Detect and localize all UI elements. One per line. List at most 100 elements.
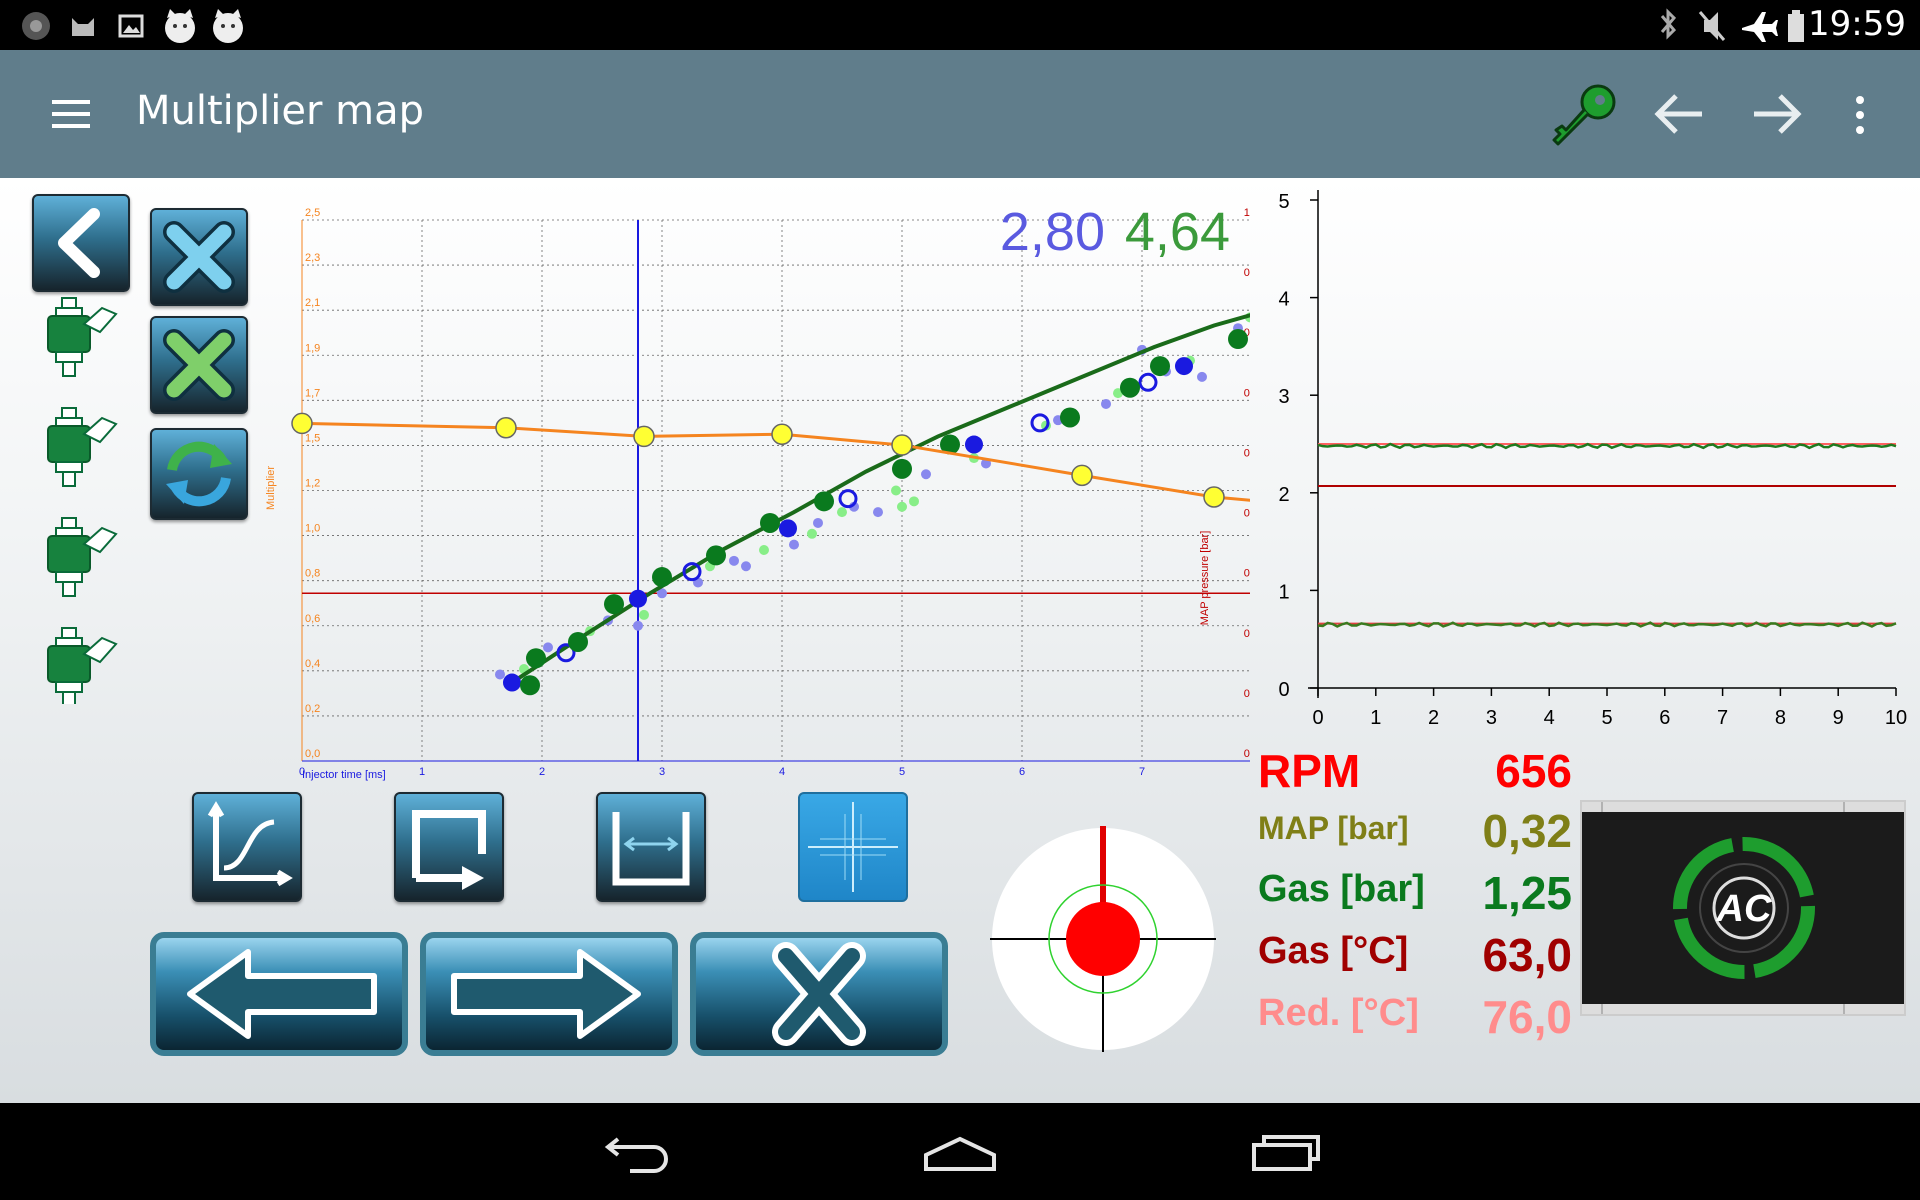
x-tick-label: 10 — [1885, 707, 1907, 729]
cat-face-icon — [213, 13, 243, 43]
y-left-tick-label: 0,6 — [305, 613, 320, 625]
y-left-axis-label: Multiplier — [265, 466, 277, 510]
x-tick-label: 6 — [1659, 707, 1670, 729]
x-axis-label: Injector time [ms] — [302, 769, 386, 781]
recents-icon[interactable] — [1250, 1131, 1322, 1173]
scatter-point — [639, 609, 649, 620]
y-tick-label: 5 — [1278, 191, 1289, 213]
refresh-button[interactable] — [150, 428, 248, 520]
multiplier-chart[interactable]: 012345678 0,00,20,40,60,81,01,21,51,71,9… — [250, 178, 1250, 798]
multiplier-point — [771, 423, 793, 445]
multiplier-point — [291, 412, 313, 435]
scatter-point — [495, 669, 505, 680]
target-indicator — [990, 826, 1216, 1052]
x-tick-label: 4 — [779, 766, 785, 778]
menu-icon[interactable] — [52, 98, 92, 130]
crosshair-tool-button[interactable] — [798, 792, 908, 902]
scatter-point — [1197, 371, 1207, 382]
cat-icon — [72, 18, 94, 36]
cancel-blue-button[interactable] — [150, 208, 248, 306]
x-tick-label: 5 — [1601, 707, 1612, 729]
x-tick-label: 9 — [1833, 707, 1844, 729]
arrow-right-icon[interactable] — [1748, 90, 1804, 138]
status-bar: 19:59 — [0, 0, 1920, 50]
arrow-left-icon[interactable] — [1652, 90, 1708, 138]
gas-pressure-value: 1,25 — [1482, 867, 1572, 919]
key-icon[interactable] — [1550, 80, 1618, 152]
x-tick-label: 8 — [1775, 707, 1786, 729]
x-tick-label: 2 — [539, 766, 545, 778]
y-tick-label: 0 — [1278, 679, 1289, 701]
y-left-tick-label: 0,4 — [305, 658, 320, 670]
nav-bar — [0, 1103, 1920, 1200]
rpm-label: RPM — [1258, 745, 1361, 797]
data-point — [1150, 356, 1170, 377]
rect-arrow-icon — [412, 810, 486, 890]
back-button[interactable] — [32, 194, 130, 292]
scatter-point — [891, 485, 901, 496]
bluetooth-icon — [1660, 8, 1677, 40]
injector-icon — [47, 407, 117, 487]
data-point — [652, 567, 672, 588]
injector-icon — [47, 627, 117, 704]
scatter-point — [813, 517, 823, 528]
data-point — [1120, 377, 1140, 398]
y-tick-label: 4 — [1278, 289, 1289, 311]
data-point — [526, 648, 546, 669]
y-left-tick-label: 1,0 — [305, 523, 320, 535]
x-tick-label: 3 — [1486, 707, 1497, 729]
readout-injector-time: 2,80 — [1000, 202, 1105, 262]
status-clock: 19:59 — [1808, 4, 1906, 44]
width-tool-button[interactable] — [596, 792, 706, 902]
data-point — [520, 675, 540, 696]
battery-icon — [1788, 14, 1804, 42]
x-tick-label: 7 — [1139, 766, 1145, 778]
scatter-point — [807, 528, 817, 539]
y-left-tick-label: 2,3 — [305, 252, 320, 264]
y-left-tick-label: 1,2 — [305, 478, 320, 490]
system-icons — [1660, 8, 1804, 42]
logo-panel: AC — [1580, 800, 1906, 1016]
y-right-axis-label: MAP pressure [bar] — [1199, 531, 1211, 626]
rect-tool-button[interactable] — [394, 792, 504, 902]
data-point — [604, 594, 624, 615]
chart-grid — [301, 219, 1250, 762]
rpm-value: 656 — [1495, 745, 1572, 797]
reducer-temp-value: 76,0 — [1482, 991, 1572, 1043]
x-tick-label: 1 — [1370, 707, 1381, 729]
chart-data-layer — [291, 220, 1250, 761]
realtime-chart: 0 1 2 3 4 5 0 1 2 3 4 5 6 7 8 9 10 — [1278, 190, 1907, 729]
scatter-point — [1101, 398, 1111, 409]
x-tick-label: 2 — [1428, 707, 1439, 729]
realtime-chart-lines — [1317, 442, 1897, 628]
cat-face-icon — [165, 13, 195, 43]
y-left-tick-label: 1,9 — [305, 342, 320, 354]
back-icon[interactable] — [600, 1133, 670, 1173]
cancel-green-button[interactable] — [150, 316, 248, 414]
map-value: 0,32 — [1482, 805, 1572, 857]
data-point — [965, 435, 983, 454]
curve-tool-button[interactable] — [192, 792, 302, 902]
curve-icon — [207, 801, 293, 887]
airplane-icon — [1742, 12, 1778, 42]
next-button[interactable] — [420, 932, 678, 1056]
overflow-icon[interactable] — [1852, 94, 1868, 136]
multiplier-point — [1203, 486, 1225, 508]
content-area: 0 1 2 3 4 5 6 7 8 0,0 0,2 0,4 0,6 0,8 1,0 1,2 1,5 1,7 1,9… — [0, 178, 1920, 1103]
close-button[interactable] — [690, 932, 948, 1056]
gas-temp-label: Gas [°C] — [1258, 930, 1409, 972]
x-tick-labels: 012345678 — [299, 766, 1145, 778]
scatter-point — [741, 561, 751, 572]
prev-button[interactable] — [150, 932, 408, 1056]
home-icon[interactable] — [920, 1133, 1000, 1173]
x-tick-label: 3 — [659, 766, 665, 778]
data-point — [1228, 329, 1248, 350]
gas-temp-value: 63,0 — [1482, 929, 1572, 981]
y-left-tick-label: 0,0 — [305, 748, 320, 760]
data-point — [1138, 372, 1158, 392]
x-tick-label: 4 — [1544, 707, 1555, 729]
scatter-point — [759, 545, 769, 556]
scatter-point — [837, 507, 847, 518]
scatter-point — [543, 642, 553, 653]
injector-icon — [47, 297, 118, 377]
